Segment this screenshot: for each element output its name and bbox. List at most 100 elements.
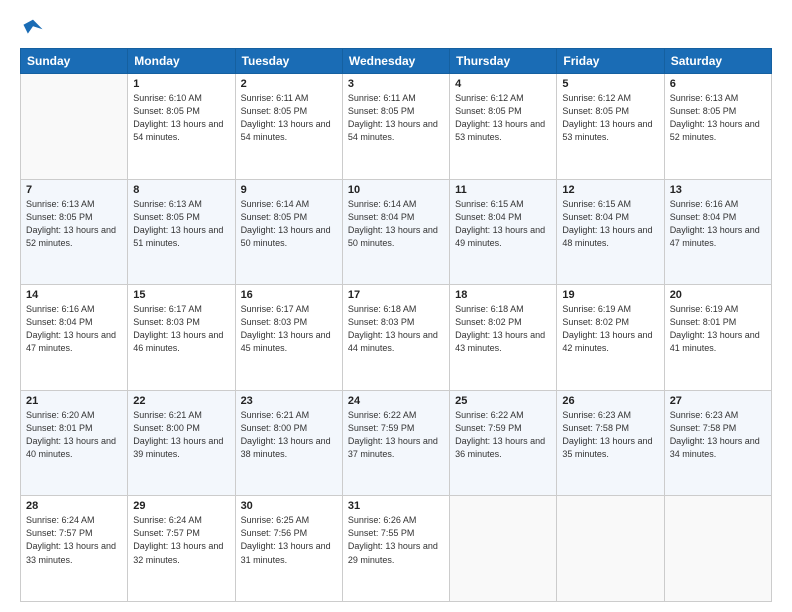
cell-date: 5 <box>562 78 658 90</box>
cell-date: 23 <box>241 395 337 407</box>
cell-date: 29 <box>133 500 229 512</box>
calendar-cell <box>21 74 128 180</box>
cell-date: 10 <box>348 184 444 196</box>
calendar-cell <box>450 496 557 602</box>
cell-info: Sunrise: 6:13 AMSunset: 8:05 PMDaylight:… <box>26 198 122 250</box>
cell-date: 12 <box>562 184 658 196</box>
cell-date: 25 <box>455 395 551 407</box>
cell-date: 14 <box>26 289 122 301</box>
calendar-week-row: 14Sunrise: 6:16 AMSunset: 8:04 PMDayligh… <box>21 285 772 391</box>
calendar-cell: 19Sunrise: 6:19 AMSunset: 8:02 PMDayligh… <box>557 285 664 391</box>
calendar-cell <box>557 496 664 602</box>
calendar-table: SundayMondayTuesdayWednesdayThursdayFrid… <box>20 48 772 602</box>
calendar-day-header: Monday <box>128 49 235 74</box>
cell-date: 16 <box>241 289 337 301</box>
cell-info: Sunrise: 6:12 AMSunset: 8:05 PMDaylight:… <box>562 92 658 144</box>
calendar-cell: 6 Sunrise: 6:13 AMSunset: 8:05 PMDaylight… <box>664 74 771 180</box>
calendar-cell: 1 Sunrise: 6:10 AMSunset: 8:05 PMDaylight… <box>128 74 235 180</box>
cell-date: 30 <box>241 500 337 512</box>
calendar-header-row: SundayMondayTuesdayWednesdayThursdayFrid… <box>21 49 772 74</box>
calendar-cell: 25 Sunrise: 6:22 AMSunset: 7:59 PMDayligh… <box>450 390 557 496</box>
calendar-cell: 20 Sunrise: 6:19 AMSunset: 8:01 PMDayligh… <box>664 285 771 391</box>
cell-info: Sunrise: 6:14 AMSunset: 8:04 PMDaylight:… <box>348 198 444 250</box>
cell-date: 21 <box>26 395 122 407</box>
cell-info: Sunrise: 6:25 AMSunset: 7:56 PMDaylight:… <box>241 514 337 566</box>
cell-info: Sunrise: 6:13 AMSunset: 8:05 PMDaylight:… <box>670 92 766 144</box>
cell-date: 6 <box>670 78 766 90</box>
calendar-cell: 31 Sunrise: 6:26 AMSunset: 7:55 PMDayligh… <box>342 496 449 602</box>
calendar-day-header: Tuesday <box>235 49 342 74</box>
cell-date: 20 <box>670 289 766 301</box>
calendar-day-header: Sunday <box>21 49 128 74</box>
logo-bird-icon <box>22 16 44 38</box>
calendar-cell: 2 Sunrise: 6:11 AMSunset: 8:05 PMDaylight… <box>235 74 342 180</box>
calendar-cell: 4 Sunrise: 6:12 AMSunset: 8:05 PMDaylight… <box>450 74 557 180</box>
cell-info: Sunrise: 6:15 AMSunset: 8:04 PMDaylight:… <box>455 198 551 250</box>
cell-info: Sunrise: 6:17 AMSunset: 8:03 PMDaylight:… <box>241 303 337 355</box>
cell-date: 24 <box>348 395 444 407</box>
cell-info: Sunrise: 6:11 AMSunset: 8:05 PMDaylight:… <box>241 92 337 144</box>
calendar-cell: 18 Sunrise: 6:18 AMSunset: 8:02 PMDayligh… <box>450 285 557 391</box>
cell-info: Sunrise: 6:23 AMSunset: 7:58 PMDaylight:… <box>670 409 766 461</box>
cell-info: Sunrise: 6:21 AMSunset: 8:00 PMDaylight:… <box>133 409 229 461</box>
calendar-cell: 21 Sunrise: 6:20 AMSunset: 8:01 PMDayligh… <box>21 390 128 496</box>
cell-date: 1 <box>133 78 229 90</box>
calendar-cell: 30 Sunrise: 6:25 AMSunset: 7:56 PMDayligh… <box>235 496 342 602</box>
cell-info: Sunrise: 6:10 AMSunset: 8:05 PMDaylight:… <box>133 92 229 144</box>
calendar-day-header: Thursday <box>450 49 557 74</box>
cell-info: Sunrise: 6:18 AMSunset: 8:03 PMDaylight:… <box>348 303 444 355</box>
cell-date: 22 <box>133 395 229 407</box>
calendar-cell: 26Sunrise: 6:23 AMSunset: 7:58 PMDayligh… <box>557 390 664 496</box>
cell-info: Sunrise: 6:13 AMSunset: 8:05 PMDaylight:… <box>133 198 229 250</box>
calendar-cell: 22 Sunrise: 6:21 AMSunset: 8:00 PMDayligh… <box>128 390 235 496</box>
calendar-cell: 3 Sunrise: 6:11 AMSunset: 8:05 PMDaylight… <box>342 74 449 180</box>
cell-date: 7 <box>26 184 122 196</box>
cell-date: 8 <box>133 184 229 196</box>
cell-date: 15 <box>133 289 229 301</box>
calendar-cell: 5 Sunrise: 6:12 AMSunset: 8:05 PMDaylight… <box>557 74 664 180</box>
cell-date: 28 <box>26 500 122 512</box>
cell-info: Sunrise: 6:19 AMSunset: 8:01 PMDaylight:… <box>670 303 766 355</box>
cell-info: Sunrise: 6:21 AMSunset: 8:00 PMDaylight:… <box>241 409 337 461</box>
calendar-day-header: Friday <box>557 49 664 74</box>
logo <box>20 16 44 38</box>
calendar-cell: 16 Sunrise: 6:17 AMSunset: 8:03 PMDayligh… <box>235 285 342 391</box>
cell-date: 3 <box>348 78 444 90</box>
cell-info: Sunrise: 6:14 AMSunset: 8:05 PMDaylight:… <box>241 198 337 250</box>
cell-date: 2 <box>241 78 337 90</box>
cell-info: Sunrise: 6:11 AMSunset: 8:05 PMDaylight:… <box>348 92 444 144</box>
calendar-week-row: 21 Sunrise: 6:20 AMSunset: 8:01 PMDayligh… <box>21 390 772 496</box>
page-header <box>20 16 772 38</box>
calendar-cell: 8 Sunrise: 6:13 AMSunset: 8:05 PMDaylight… <box>128 179 235 285</box>
cell-info: Sunrise: 6:12 AMSunset: 8:05 PMDaylight:… <box>455 92 551 144</box>
cell-date: 9 <box>241 184 337 196</box>
cell-date: 18 <box>455 289 551 301</box>
calendar-cell: 29 Sunrise: 6:24 AMSunset: 7:57 PMDayligh… <box>128 496 235 602</box>
calendar-cell: 12 Sunrise: 6:15 AMSunset: 8:04 PMDayligh… <box>557 179 664 285</box>
cell-info: Sunrise: 6:24 AMSunset: 7:57 PMDaylight:… <box>26 514 122 566</box>
calendar-cell: 11 Sunrise: 6:15 AMSunset: 8:04 PMDayligh… <box>450 179 557 285</box>
cell-date: 27 <box>670 395 766 407</box>
cell-info: Sunrise: 6:15 AMSunset: 8:04 PMDaylight:… <box>562 198 658 250</box>
calendar-week-row: 28 Sunrise: 6:24 AMSunset: 7:57 PMDayligh… <box>21 496 772 602</box>
cell-info: Sunrise: 6:26 AMSunset: 7:55 PMDaylight:… <box>348 514 444 566</box>
cell-info: Sunrise: 6:16 AMSunset: 8:04 PMDaylight:… <box>670 198 766 250</box>
cell-date: 4 <box>455 78 551 90</box>
cell-date: 26 <box>562 395 658 407</box>
cell-date: 11 <box>455 184 551 196</box>
calendar-cell: 9 Sunrise: 6:14 AMSunset: 8:05 PMDaylight… <box>235 179 342 285</box>
cell-info: Sunrise: 6:24 AMSunset: 7:57 PMDaylight:… <box>133 514 229 566</box>
calendar-day-header: Saturday <box>664 49 771 74</box>
calendar-week-row: 1 Sunrise: 6:10 AMSunset: 8:05 PMDaylight… <box>21 74 772 180</box>
calendar-day-header: Wednesday <box>342 49 449 74</box>
calendar-cell: 14Sunrise: 6:16 AMSunset: 8:04 PMDayligh… <box>21 285 128 391</box>
calendar-cell <box>664 496 771 602</box>
cell-info: Sunrise: 6:22 AMSunset: 7:59 PMDaylight:… <box>455 409 551 461</box>
cell-info: Sunrise: 6:20 AMSunset: 8:01 PMDaylight:… <box>26 409 122 461</box>
calendar-cell: 17Sunrise: 6:18 AMSunset: 8:03 PMDayligh… <box>342 285 449 391</box>
cell-info: Sunrise: 6:17 AMSunset: 8:03 PMDaylight:… <box>133 303 229 355</box>
cell-date: 31 <box>348 500 444 512</box>
calendar-cell: 10 Sunrise: 6:14 AMSunset: 8:04 PMDayligh… <box>342 179 449 285</box>
cell-date: 19 <box>562 289 658 301</box>
cell-info: Sunrise: 6:18 AMSunset: 8:02 PMDaylight:… <box>455 303 551 355</box>
